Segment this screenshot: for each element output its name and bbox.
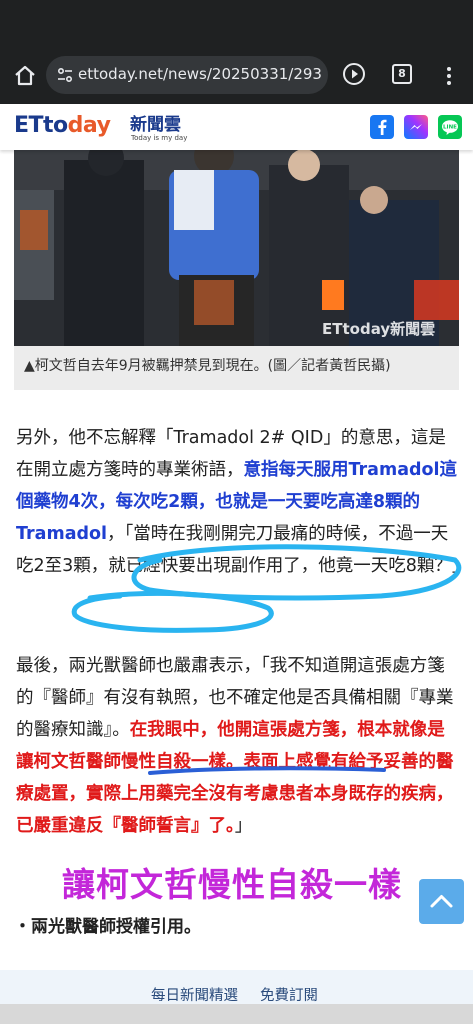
annotation-oval-stroke — [71, 590, 274, 633]
play-icon[interactable] — [342, 62, 366, 86]
messenger-icon[interactable] — [404, 115, 428, 139]
daily-news-link[interactable]: 每日新聞精選 — [151, 984, 238, 1005]
logo-wordmark: ETtoday — [14, 113, 111, 138]
tab-count: 8 — [392, 64, 412, 84]
credit-line: ・兩光獸醫師授權引用。 — [14, 917, 201, 937]
article-photo: ETtoday新聞雲 — [14, 150, 459, 346]
home-icon[interactable] — [12, 63, 38, 89]
bottom-bar — [0, 1004, 473, 1024]
article-paragraph-1: 另外，他不忘解釋「Tramadol 2# QID」的意思，這是在開立處方箋時的專… — [16, 422, 469, 582]
facebook-icon[interactable] — [370, 115, 394, 139]
ettoday-logo[interactable]: ETtoday 新聞雲 Today is my day — [14, 113, 190, 143]
url-text[interactable]: ettoday.net/news/20250331/293 — [78, 65, 324, 85]
chevron-up-icon — [430, 895, 453, 908]
overlay-caption: 讓柯文哲慢性自殺一樣 — [62, 865, 402, 904]
svg-text:LINE: LINE — [443, 125, 457, 131]
subscribe-link[interactable]: 免費訂閱 — [260, 984, 318, 1005]
article-paragraph-2: 最後，兩光獸醫師也嚴肅表示，「我不知道開這張處方箋的『醫師』有沒有執照，也不確定… — [16, 650, 461, 842]
paragraph-2-text-c: 」 — [234, 816, 253, 836]
site-settings-icon[interactable] — [56, 66, 74, 84]
line-icon[interactable]: LINE — [438, 115, 462, 139]
photo-caption: ▲柯文哲自去年9月被羈押禁見到現在。(圖／記者黃哲民攝) — [24, 358, 391, 374]
logo-chinese: 新聞雲 — [130, 115, 181, 135]
status-bar — [0, 0, 473, 48]
logo-tagline: Today is my day — [131, 134, 188, 142]
scroll-to-top-button[interactable] — [419, 879, 464, 924]
more-menu-icon[interactable] — [441, 64, 457, 88]
article-photo-block: ETtoday新聞雲 ▲柯文哲自去年9月被羈押禁見到現在。(圖／記者黃哲民攝) — [14, 150, 459, 390]
photo-watermark: ETtoday新聞雲 — [322, 320, 435, 338]
tabs-button[interactable]: 8 — [392, 64, 412, 84]
